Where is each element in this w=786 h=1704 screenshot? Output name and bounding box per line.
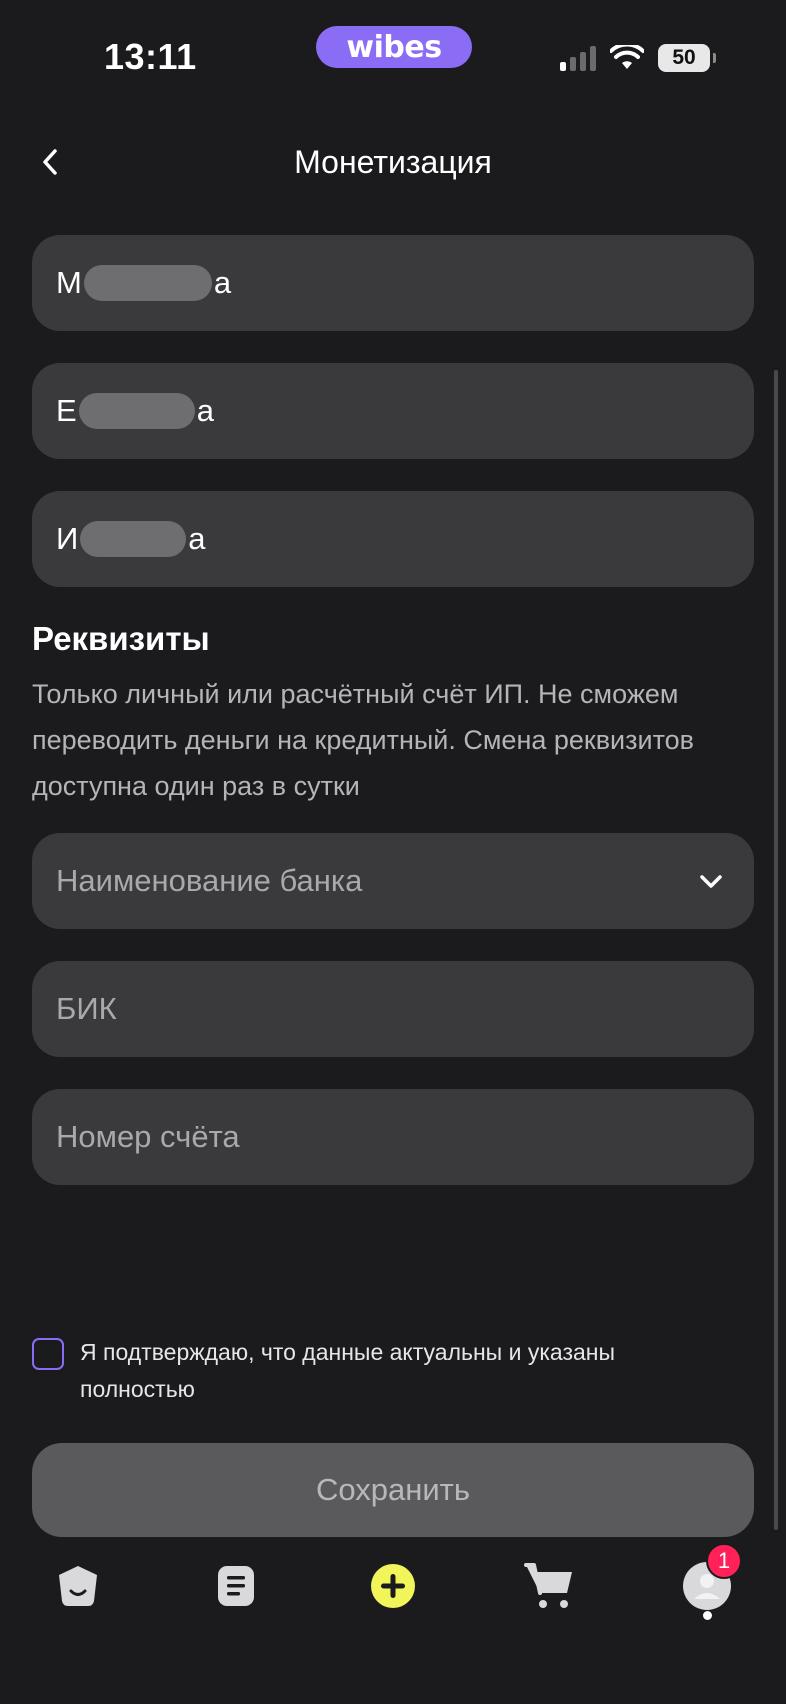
nav-cart[interactable] [520, 1556, 580, 1616]
chevron-down-icon [700, 875, 722, 888]
account-number-field[interactable]: Номер счёта [32, 1089, 754, 1185]
consent-checkbox[interactable] [32, 1338, 64, 1370]
requisites-description: Только личный или расчётный счёт ИП. Не … [32, 679, 695, 801]
status-icons: 50 [560, 40, 716, 76]
signal-icon [560, 45, 596, 71]
bank-name-select[interactable]: Наименование банка [32, 833, 754, 929]
nav-home[interactable] [48, 1556, 108, 1616]
account-number-placeholder: Номер счёта [56, 1119, 240, 1154]
bik-field[interactable]: БИК [32, 961, 754, 1057]
redacted-text [80, 521, 187, 557]
active-tab-indicator [703, 1611, 712, 1620]
monetization-screen: 13:11 wibes 50 Монетизация М а Е а И а Р… [0, 0, 786, 1704]
nav-feed[interactable] [206, 1556, 266, 1616]
last-name-suffix: а [213, 265, 232, 300]
feed-icon [218, 1566, 254, 1606]
bik-placeholder: БИК [56, 991, 117, 1026]
middle-name-prefix: И [56, 521, 79, 556]
bank-name-placeholder: Наименование банка [56, 863, 363, 898]
profile-notification-badge: 1 [706, 1543, 742, 1579]
middle-name-field[interactable]: И а [32, 491, 754, 587]
create-icon [371, 1564, 415, 1608]
consent-text: Я подтверждаю, что данные актуальны и ук… [80, 1339, 616, 1402]
nav-create[interactable] [363, 1556, 423, 1616]
redacted-text [78, 393, 195, 429]
home-icon [59, 1566, 97, 1606]
middle-name-suffix: а [188, 521, 206, 556]
first-name-prefix: Е [56, 393, 77, 428]
battery-icon: 50 [658, 44, 716, 72]
scrollbar[interactable] [774, 370, 778, 1530]
save-button[interactable]: Сохранить [32, 1443, 754, 1537]
last-name-field[interactable]: М а [32, 235, 754, 331]
first-name-suffix: а [196, 393, 214, 428]
first-name-field[interactable]: Е а [32, 363, 754, 459]
app-pill: wibes [316, 26, 472, 68]
wifi-icon [610, 45, 644, 69]
last-name-prefix: М [56, 265, 82, 300]
redacted-text [83, 265, 212, 301]
page-title: Монетизация [294, 144, 492, 180]
status-time: 13:11 [104, 36, 197, 77]
requisites-title: Реквизиты [32, 620, 210, 657]
cart-icon [524, 1563, 572, 1608]
